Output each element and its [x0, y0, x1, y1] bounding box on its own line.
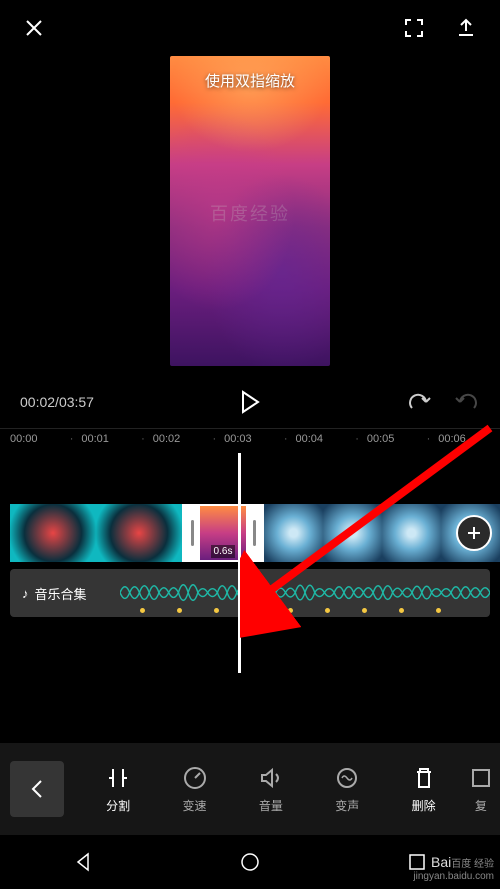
edit-toolbar: 分割 变速 音量 变声 删除 复	[0, 743, 500, 835]
fullscreen-button[interactable]	[400, 14, 428, 42]
clip-duration-label: 0.6s	[211, 545, 236, 558]
tool-speed[interactable]: 变速	[156, 765, 232, 814]
delete-icon	[411, 765, 437, 791]
redo-button[interactable]	[452, 388, 480, 416]
nav-back[interactable]	[69, 848, 97, 876]
undo-button[interactable]	[406, 388, 434, 416]
volume-icon	[258, 765, 284, 791]
music-note-icon: ♪	[22, 586, 29, 601]
watermark-corner: Bai百度 经验 jingyan.baidu.com	[413, 854, 494, 883]
nav-home[interactable]	[236, 848, 264, 876]
export-button[interactable]	[452, 14, 480, 42]
voice-icon	[334, 765, 360, 791]
tool-volume[interactable]: 音量	[233, 765, 309, 814]
tool-restore[interactable]: 复	[462, 765, 500, 814]
time-display: 00:02/03:57	[20, 394, 94, 410]
annotation-arrow	[240, 423, 500, 643]
timeline[interactable]: 0.6s ♪ 音乐合集	[0, 453, 500, 683]
tool-voice[interactable]: 变声	[309, 765, 385, 814]
clip-handle-left[interactable]	[184, 506, 200, 560]
video-clip-1[interactable]	[10, 504, 182, 562]
speed-icon	[182, 765, 208, 791]
video-preview[interactable]	[170, 56, 330, 366]
play-button[interactable]	[234, 386, 266, 418]
pinch-hint: 使用双指缩放	[205, 70, 295, 91]
close-button[interactable]	[20, 14, 48, 42]
toolbar-back-button[interactable]	[10, 761, 64, 817]
split-icon	[105, 765, 131, 791]
preview-area[interactable]: 使用双指缩放	[0, 56, 500, 376]
restore-icon	[468, 765, 494, 791]
tool-split[interactable]: 分割	[80, 765, 156, 814]
audio-track-label: ♪ 音乐合集	[10, 584, 87, 603]
tool-delete[interactable]: 删除	[385, 765, 461, 814]
